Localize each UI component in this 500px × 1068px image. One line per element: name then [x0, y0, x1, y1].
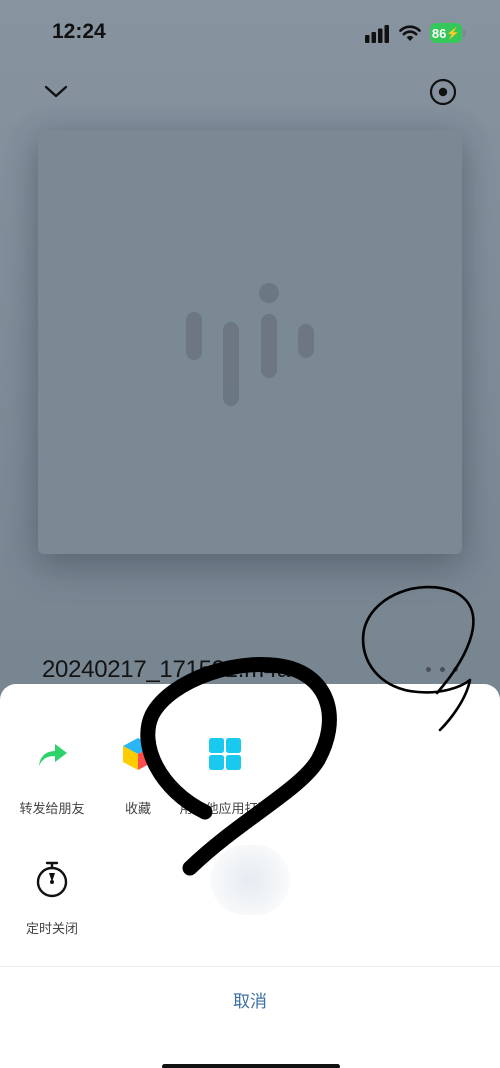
signal-icon — [365, 25, 389, 43]
cancel-button[interactable]: 取消 — [0, 966, 500, 1032]
battery-tip — [463, 30, 466, 37]
dot — [426, 666, 431, 672]
status-bar: 12:24 86 ⚡ — [0, 0, 500, 66]
dot — [453, 666, 458, 672]
audio-player-screen: 12:24 86 ⚡ 20240217_171521.m4a 转发给朋友 收藏 … — [0, 0, 500, 1068]
battery-level: 86 ⚡ — [430, 23, 462, 43]
chevron-down-icon[interactable] — [42, 78, 70, 104]
timer-icon — [36, 861, 68, 898]
ellipsis-icon[interactable] — [426, 660, 458, 678]
battery-level-text: 86 — [431, 25, 447, 41]
open-with-label: 用其他应用打开 — [179, 801, 271, 816]
open-with-other-app-button[interactable]: 用其他应用打开 — [170, 734, 280, 824]
favorite-label: 收藏 — [124, 801, 151, 816]
battery-charging-icon: 86 ⚡ — [430, 23, 466, 43]
home-indicator — [162, 1064, 340, 1068]
file-name: 20240217_171521.m4a — [42, 656, 290, 683]
dot — [439, 666, 445, 672]
forward-arrow-icon — [39, 744, 67, 766]
blurred-placeholder — [210, 845, 290, 915]
wifi-icon — [399, 25, 421, 41]
voice-wave-logo-icon — [186, 283, 314, 406]
target-circle-icon[interactable] — [428, 77, 458, 107]
status-time: 12:24 — [52, 20, 106, 43]
grid-apps-icon — [209, 738, 241, 770]
favorite-cube-icon — [123, 738, 153, 770]
forward-label: 转发给朋友 — [19, 801, 85, 816]
timer-label: 定时关闭 — [25, 921, 78, 936]
sleep-timer-button[interactable]: 定时关闭 — [0, 861, 107, 952]
